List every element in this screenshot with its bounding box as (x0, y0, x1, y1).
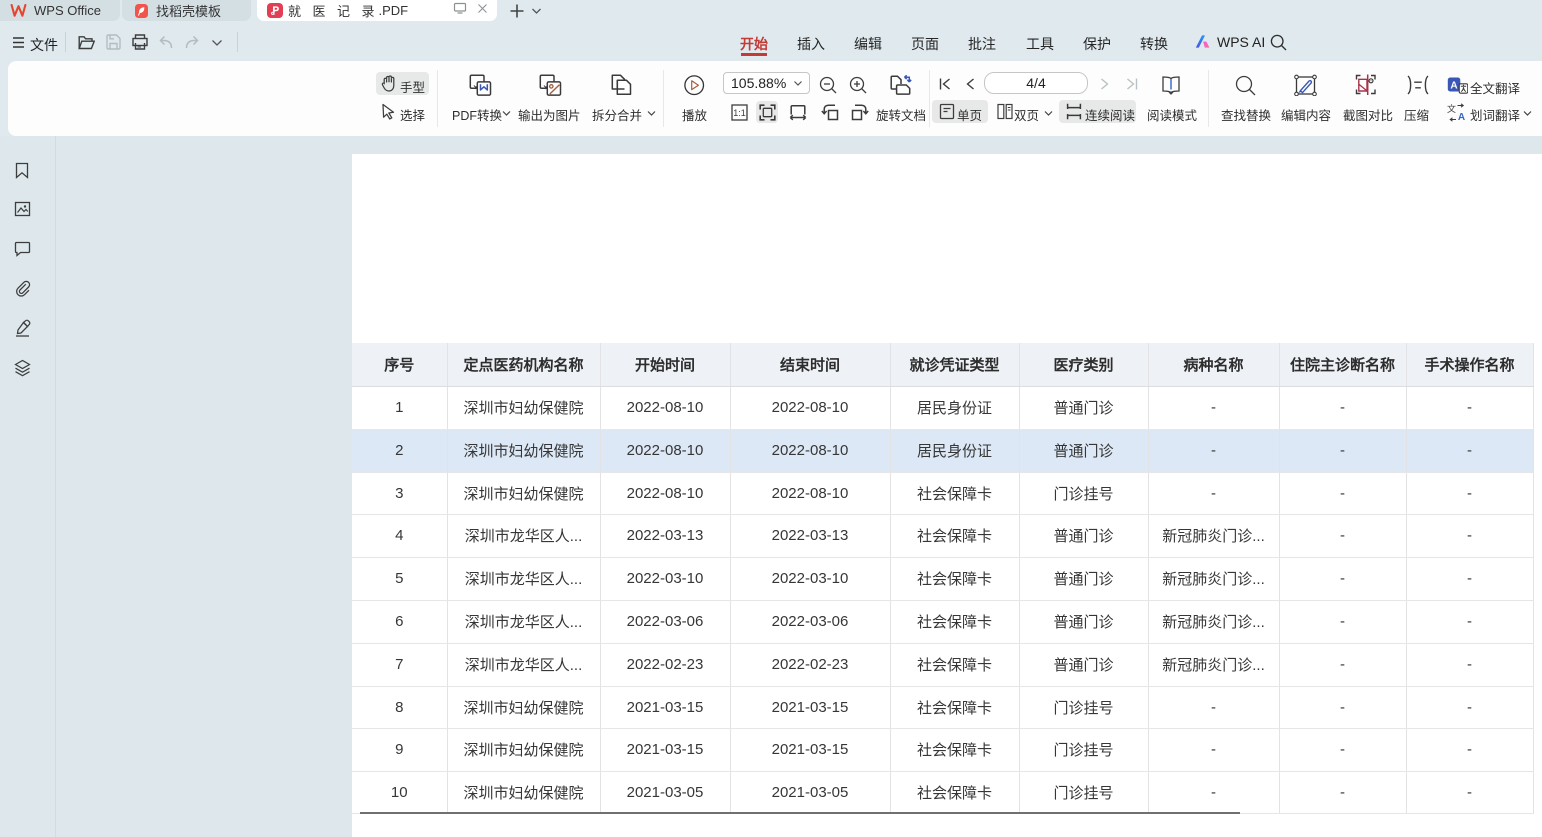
svg-text:A: A (1450, 81, 1457, 92)
svg-text:A: A (1458, 112, 1465, 122)
svg-text:文: 文 (1447, 103, 1456, 114)
svg-text:1:1: 1:1 (733, 108, 746, 118)
